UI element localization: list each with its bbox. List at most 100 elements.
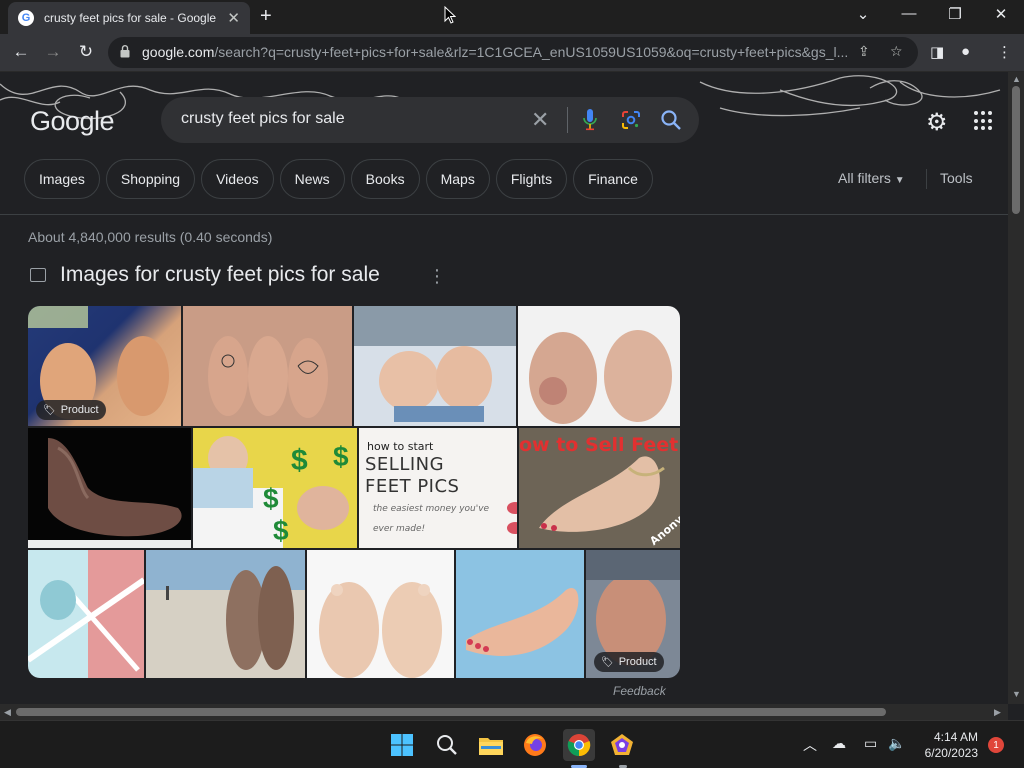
app-pentagon-icon[interactable] (606, 729, 638, 761)
chip-maps[interactable]: Maps (425, 159, 490, 199)
address-bar[interactable]: google.com/search?q=crusty+feet+pics+for… (108, 37, 918, 68)
firefox-icon[interactable] (519, 729, 551, 761)
image-result[interactable] (354, 306, 516, 426)
svg-text:$: $ (333, 441, 349, 472)
browser-toolbar: ← → ↻ google.com/search?q=crusty+feet+pi… (0, 34, 1024, 72)
file-explorer-icon[interactable] (475, 729, 507, 761)
browser-tab[interactable]: G crusty feet pics for sale - Google Sea… (8, 2, 250, 34)
tab-search-chevron-icon[interactable]: ⌄ (848, 5, 878, 23)
chip-flights[interactable]: Flights (495, 159, 568, 199)
product-tag-label: Product (60, 404, 99, 416)
volume-icon[interactable]: 🔈 (888, 735, 905, 752)
google-logo[interactable]: Google (30, 106, 115, 137)
back-button[interactable]: ← (10, 42, 32, 62)
chip-books[interactable]: Books (350, 159, 420, 199)
tools-button[interactable]: Tools (940, 170, 973, 186)
new-tab-button[interactable]: + (260, 5, 272, 28)
google-favicon-icon: G (18, 10, 34, 26)
image-result[interactable] (146, 550, 305, 678)
chip-images[interactable]: Images (24, 159, 100, 199)
lock-icon (120, 45, 130, 58)
google-lens-icon[interactable] (621, 110, 641, 130)
search-results-page: Google crusty feet pics for sale ✕ ⚙ Ima… (0, 72, 1008, 704)
image-result[interactable]: ow to Sell Feet P Anony (519, 428, 680, 548)
tab-close-icon[interactable]: ✕ (227, 9, 240, 27)
forward-button[interactable]: → (42, 42, 64, 62)
microphone-icon[interactable] (583, 109, 597, 131)
image-result[interactable]: $ $ $ $ (193, 428, 357, 548)
horizontal-scroll-thumb[interactable] (16, 708, 886, 716)
scroll-left-arrow-icon[interactable]: ◀ (4, 707, 11, 718)
svg-text:$: $ (263, 483, 279, 514)
vertical-scrollbar[interactable]: ▲ ▼ (1008, 72, 1024, 704)
reload-button[interactable]: ↻ (75, 42, 97, 62)
image-result[interactable] (518, 306, 680, 426)
tag-icon: 🏷 (43, 404, 56, 416)
horizontal-scrollbar[interactable]: ◀ ▶ (0, 704, 1008, 720)
image-result[interactable]: 🏷 Product (586, 550, 680, 678)
beach-feet-image (146, 550, 305, 678)
image-result[interactable] (28, 550, 144, 678)
chip-shopping[interactable]: Shopping (105, 159, 196, 199)
result-stats: About 4,840,000 results (0.40 seconds) (28, 229, 273, 245)
image-result[interactable]: how to start SELLING FEET PICS the easie… (359, 428, 517, 548)
windows-taskbar: ︿ ☁ ▭ 🔈 4:14 AM 6/20/2023 1 (0, 720, 1024, 768)
more-options-icon[interactable]: ⋮ (428, 266, 446, 287)
tile-caption-tagline-2: ever made! (373, 524, 426, 534)
search-filter-chips: Images Shopping Videos News Books Maps F… (24, 159, 659, 199)
images-heading[interactable]: Images for crusty feet pics for sale (60, 263, 380, 287)
tray-overflow-chevron-icon[interactable]: ︿ (803, 735, 817, 755)
google-apps-icon[interactable] (974, 111, 994, 131)
image-result[interactable] (307, 550, 454, 678)
system-clock[interactable]: 4:14 AM 6/20/2023 (916, 729, 978, 761)
minimize-button[interactable]: — (894, 5, 924, 22)
vertical-scroll-thumb[interactable] (1012, 86, 1020, 214)
image-result[interactable] (183, 306, 352, 426)
search-icon[interactable] (660, 109, 682, 131)
scroll-up-arrow-icon[interactable]: ▲ (1012, 74, 1021, 84)
onedrive-offline-icon[interactable]: ☁ (832, 735, 846, 752)
browser-menu-icon[interactable]: ⋮ (997, 43, 1012, 61)
windows-start-icon[interactable] (386, 729, 418, 761)
clock-date: 6/20/2023 (924, 746, 978, 760)
product-tag: 🏷 Product (594, 652, 664, 672)
tile-caption-feet-pics: FEET PICS (365, 476, 460, 497)
restore-button[interactable]: ❐ (940, 5, 970, 23)
image-result[interactable] (28, 428, 191, 548)
all-filters-label: All filters (838, 170, 891, 186)
tile-caption-tagline-1: the easiest money you've (373, 504, 490, 514)
url-path: /search?q=crusty+feet+pics+for+sale&rlz=… (214, 44, 847, 60)
image-result[interactable] (456, 550, 584, 678)
profile-icon[interactable]: ● (961, 43, 970, 60)
notification-badge[interactable]: 1 (988, 737, 1004, 753)
tile-caption-sell-feet: ow to Sell Feet P (519, 434, 680, 456)
scroll-down-arrow-icon[interactable]: ▼ (1012, 689, 1021, 699)
tile-caption-selling: SELLING (365, 454, 445, 475)
filters-divider (926, 169, 927, 189)
image-result[interactable]: 🏷 Product (28, 306, 181, 426)
chip-news[interactable]: News (279, 159, 345, 199)
close-window-button[interactable]: ✕ (986, 5, 1016, 23)
taskbar-search-icon[interactable] (431, 729, 463, 761)
feedback-link[interactable]: Feedback (613, 684, 666, 698)
settings-gear-icon[interactable]: ⚙ (926, 108, 948, 137)
header-divider (0, 214, 1008, 215)
chip-finance[interactable]: Finance (573, 159, 653, 199)
share-icon[interactable]: ⇪ (858, 43, 870, 60)
tattooed-soles-image (208, 336, 328, 418)
mouse-cursor-icon (444, 6, 456, 24)
chip-videos[interactable]: Videos (201, 159, 274, 199)
side-panel-icon[interactable]: ◨ (930, 43, 944, 61)
tag-icon: 🏷 (601, 656, 614, 668)
network-icon[interactable]: ▭ (864, 735, 877, 752)
chrome-icon[interactable] (563, 729, 595, 761)
scroll-right-arrow-icon[interactable]: ▶ (994, 707, 1001, 718)
tile-caption-how-to: how to start (367, 440, 434, 453)
bookmark-star-icon[interactable]: ☆ (890, 43, 903, 60)
dropdown-arrow-icon: ▼ (894, 175, 905, 186)
search-input[interactable]: crusty feet pics for sale (181, 110, 345, 128)
search-box[interactable]: crusty feet pics for sale ✕ (161, 97, 699, 143)
clear-search-icon[interactable]: ✕ (531, 107, 549, 133)
product-tag: 🏷 Product (36, 400, 106, 420)
all-filters-button[interactable]: All filters ▼ (838, 170, 905, 186)
